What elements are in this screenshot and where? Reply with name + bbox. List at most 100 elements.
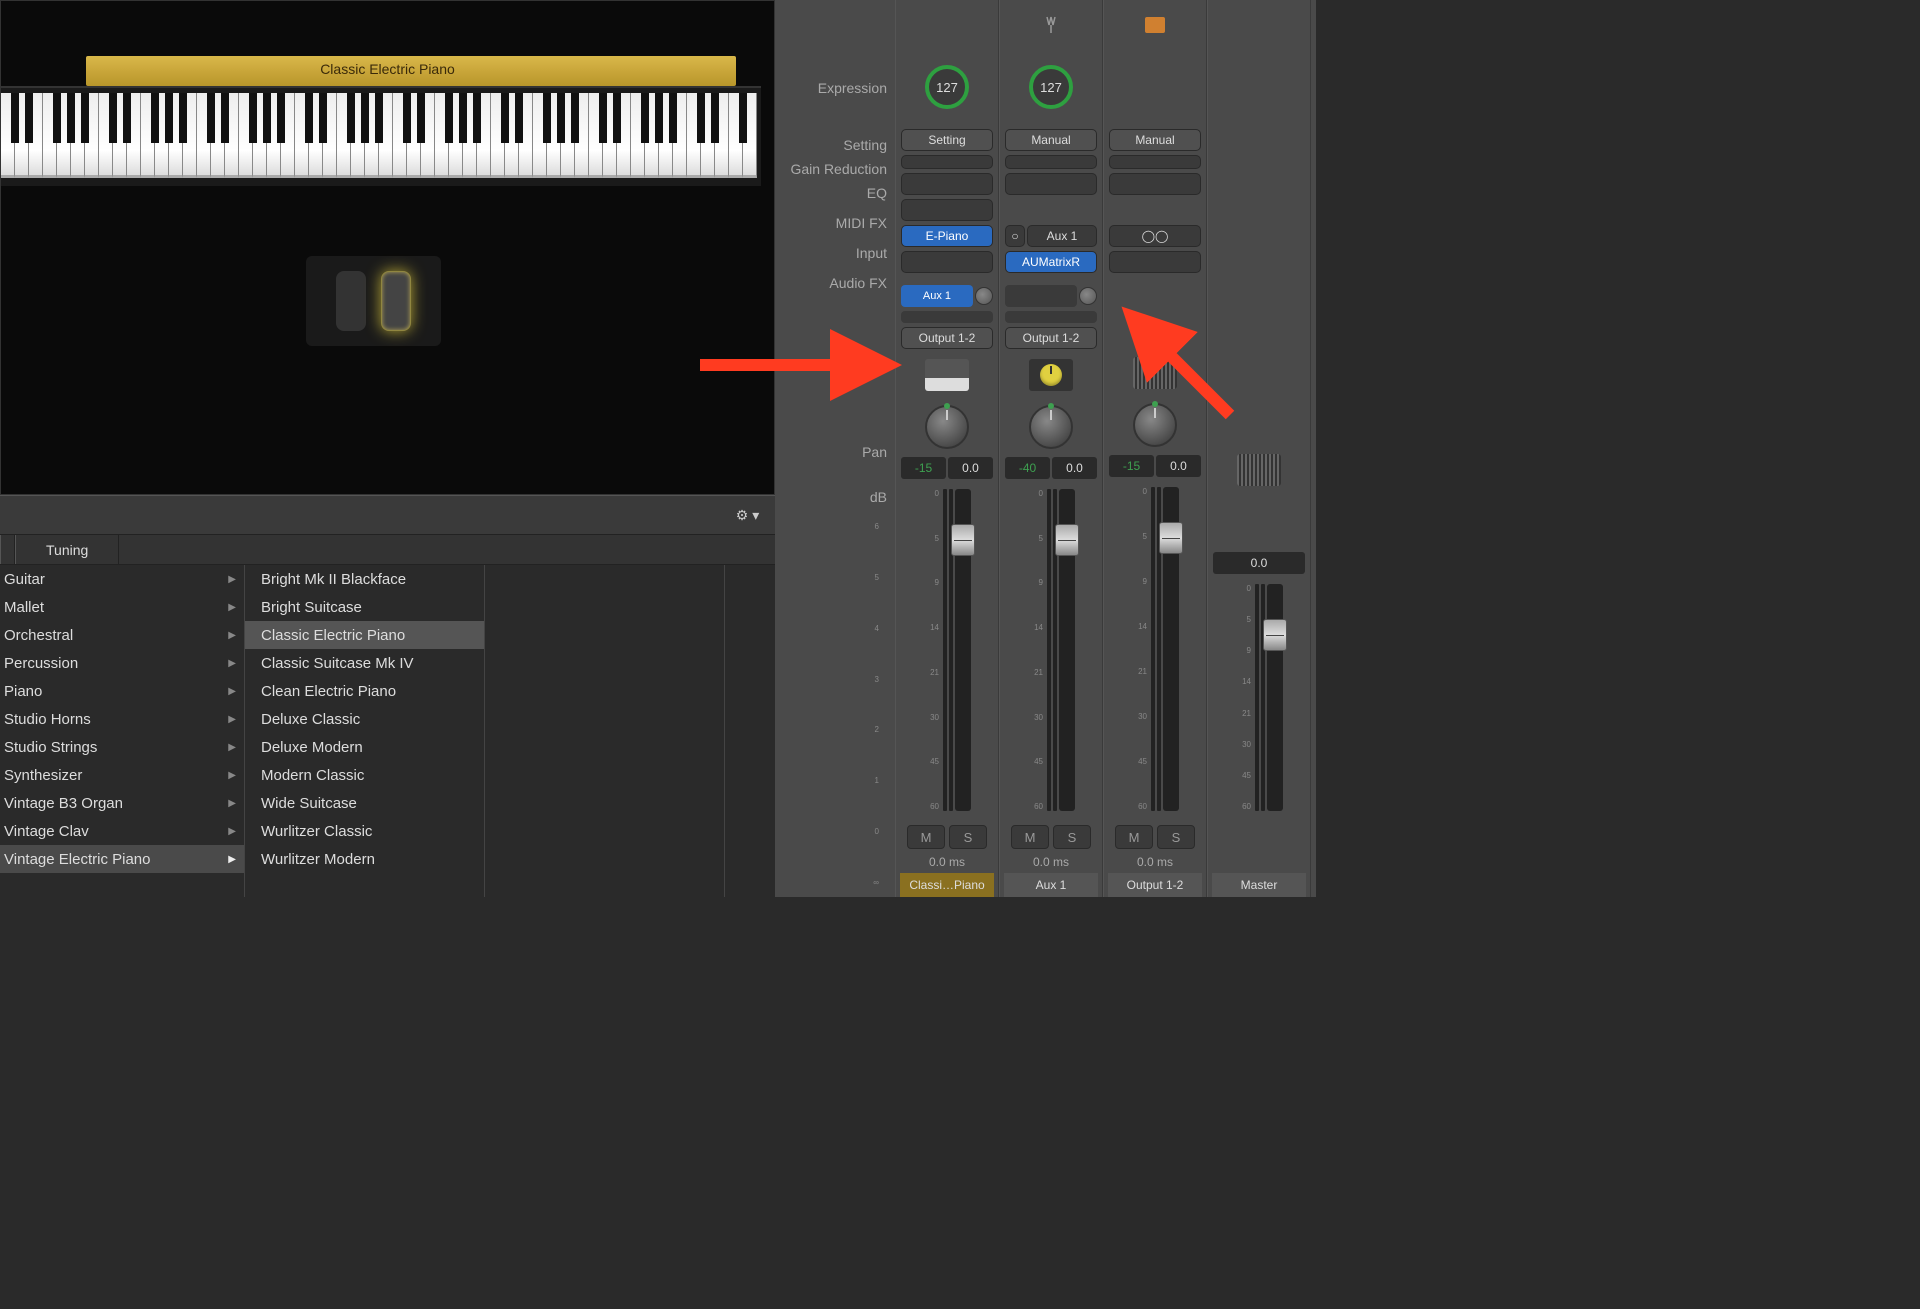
category-item[interactable]: Studio Strings▶ (0, 733, 244, 761)
mute-button[interactable]: M (1011, 825, 1049, 849)
pedal-right[interactable] (381, 271, 411, 331)
channel-strip: 127SettingE-PianoAux 1Output 1-2-150.005… (895, 0, 999, 897)
browser-toolbar: ⚙︎ ▾ (0, 495, 775, 535)
expression-knob[interactable]: 127 (925, 65, 969, 109)
instrument-thumbnail[interactable] (1133, 357, 1177, 389)
channel-strip: Manual◯◯-150.00591421304560MS0.0 msOutpu… (1103, 0, 1207, 897)
preset-item[interactable]: Wide Suitcase (245, 789, 484, 817)
category-item[interactable]: Studio Horns▶ (0, 705, 244, 733)
artist-icon (1108, 5, 1202, 45)
db-display[interactable]: 0.0 (1213, 552, 1305, 574)
setting-button[interactable]: Manual (1109, 129, 1201, 151)
mixer: Expression Setting Gain Reduction EQ MID… (775, 0, 1316, 897)
tab-tuning[interactable]: Tuning (15, 535, 119, 564)
pan-knob[interactable] (925, 405, 969, 449)
volume-fader[interactable] (1163, 487, 1179, 811)
instrument-thumbnail[interactable] (925, 359, 969, 391)
volume-fader[interactable] (1267, 584, 1283, 811)
setting-button[interactable]: Setting (901, 129, 993, 151)
input-slot[interactable]: ◯◯ (1109, 225, 1201, 247)
preset-item[interactable]: Wurlitzer Modern (245, 845, 484, 873)
browser-body: Guitar▶Mallet▶Orchestral▶Percussion▶Pian… (0, 565, 775, 897)
delay-display: 0.0 ms (1033, 855, 1069, 869)
db-value[interactable]: 0.0 (1052, 457, 1097, 479)
pan-knob[interactable] (1133, 403, 1177, 447)
gear-icon[interactable]: ⚙︎ ▾ (730, 503, 765, 527)
output-slot[interactable]: Output 1-2 (901, 327, 993, 349)
category-item[interactable]: Piano▶ (0, 677, 244, 705)
category-item[interactable]: Percussion▶ (0, 649, 244, 677)
expression-knob[interactable]: 127 (1029, 65, 1073, 109)
send-knob[interactable] (975, 287, 993, 305)
strip-name[interactable]: Output 1-2 (1108, 873, 1202, 897)
label-input: Input (856, 245, 887, 261)
audiofx-slot[interactable] (901, 251, 993, 273)
category-item[interactable]: Mallet▶ (0, 593, 244, 621)
label-db: dB (870, 489, 887, 505)
category-item[interactable]: Orchestral▶ (0, 621, 244, 649)
preset-item[interactable]: Bright Suitcase (245, 593, 484, 621)
category-column[interactable]: Guitar▶Mallet▶Orchestral▶Percussion▶Pian… (0, 565, 245, 897)
midifx-slot[interactable] (901, 199, 993, 221)
preset-item[interactable]: Deluxe Modern (245, 733, 484, 761)
pan-knob[interactable] (1029, 405, 1073, 449)
db-peak: -40 (1005, 457, 1050, 479)
audiofx-slot[interactable] (1109, 251, 1201, 273)
send-slot[interactable]: Aux 1 (901, 285, 973, 307)
delay-display: 0.0 ms (1137, 855, 1173, 869)
audiofx-slot[interactable]: AUMatrixR (1005, 251, 1097, 273)
volume-fader[interactable] (1059, 489, 1075, 811)
keyboard[interactable] (1, 86, 761, 186)
category-item[interactable]: Guitar▶ (0, 565, 244, 593)
browser-tab-bar: Tuning (0, 535, 775, 565)
solo-button[interactable]: S (1053, 825, 1091, 849)
db-value[interactable]: 0.0 (1156, 455, 1201, 477)
category-item[interactable]: Vintage B3 Organ▶ (0, 789, 244, 817)
eq-slot[interactable] (1109, 173, 1201, 195)
label-pan: Pan (862, 444, 887, 460)
mute-button[interactable]: M (1115, 825, 1153, 849)
preset-item[interactable]: Wurlitzer Classic (245, 817, 484, 845)
volume-fader[interactable] (955, 489, 971, 811)
pedal-panel[interactable] (306, 256, 441, 346)
preset-item[interactable]: Classic Suitcase Mk IV (245, 649, 484, 677)
eq-slot[interactable] (901, 173, 993, 195)
strip-name[interactable]: Master (1212, 873, 1306, 897)
instrument-view: Classic Electric Piano (0, 0, 775, 495)
preset-item[interactable]: Modern Classic (245, 761, 484, 789)
solo-button[interactable]: S (949, 825, 987, 849)
instrument-thumbnail[interactable] (1237, 454, 1281, 486)
label-audiofx: Audio FX (829, 275, 887, 291)
left-panel: Classic Electric Piano ⚙︎ ▾ Tuning Guita… (0, 0, 775, 897)
instrument-name-label: Classic Electric Piano (320, 61, 455, 77)
send-knob[interactable] (1079, 287, 1097, 305)
label-output: Output (845, 355, 887, 371)
db-value[interactable]: 0.0 (948, 457, 993, 479)
input-slot[interactable]: E-Piano (901, 225, 993, 247)
preset-column[interactable]: Bright Mk II BlackfaceBright SuitcaseCla… (245, 565, 485, 897)
db-peak: -15 (1109, 455, 1154, 477)
eq-slot[interactable] (1005, 173, 1097, 195)
category-item[interactable]: Synthesizer▶ (0, 761, 244, 789)
category-item[interactable]: Vintage Clav▶ (0, 817, 244, 845)
instrument-thumbnail[interactable] (1029, 359, 1073, 391)
send-slot[interactable] (1005, 285, 1077, 307)
strip-name[interactable]: Aux 1 (1004, 873, 1098, 897)
strip-name[interactable]: Classi…Piano (900, 873, 994, 897)
input-mode-button[interactable]: ○ (1005, 225, 1025, 247)
preset-item[interactable]: Deluxe Classic (245, 705, 484, 733)
preset-item[interactable]: Classic Electric Piano (245, 621, 484, 649)
label-gain-reduction: Gain Reduction (790, 161, 887, 177)
preset-item[interactable]: Bright Mk II Blackface (245, 565, 484, 593)
mute-button[interactable]: M (907, 825, 945, 849)
setting-button[interactable]: Manual (1005, 129, 1097, 151)
label-midifx: MIDI FX (836, 215, 887, 231)
tab-empty[interactable] (0, 535, 15, 564)
output-slot[interactable]: Output 1-2 (1005, 327, 1097, 349)
input-slot[interactable]: Aux 1 (1027, 225, 1097, 247)
category-item[interactable]: Vintage Electric Piano▶ (0, 845, 244, 873)
pedal-left[interactable] (336, 271, 366, 331)
solo-button[interactable]: S (1157, 825, 1195, 849)
preset-item[interactable]: Clean Electric Piano (245, 677, 484, 705)
delay-display: 0.0 ms (929, 855, 965, 869)
